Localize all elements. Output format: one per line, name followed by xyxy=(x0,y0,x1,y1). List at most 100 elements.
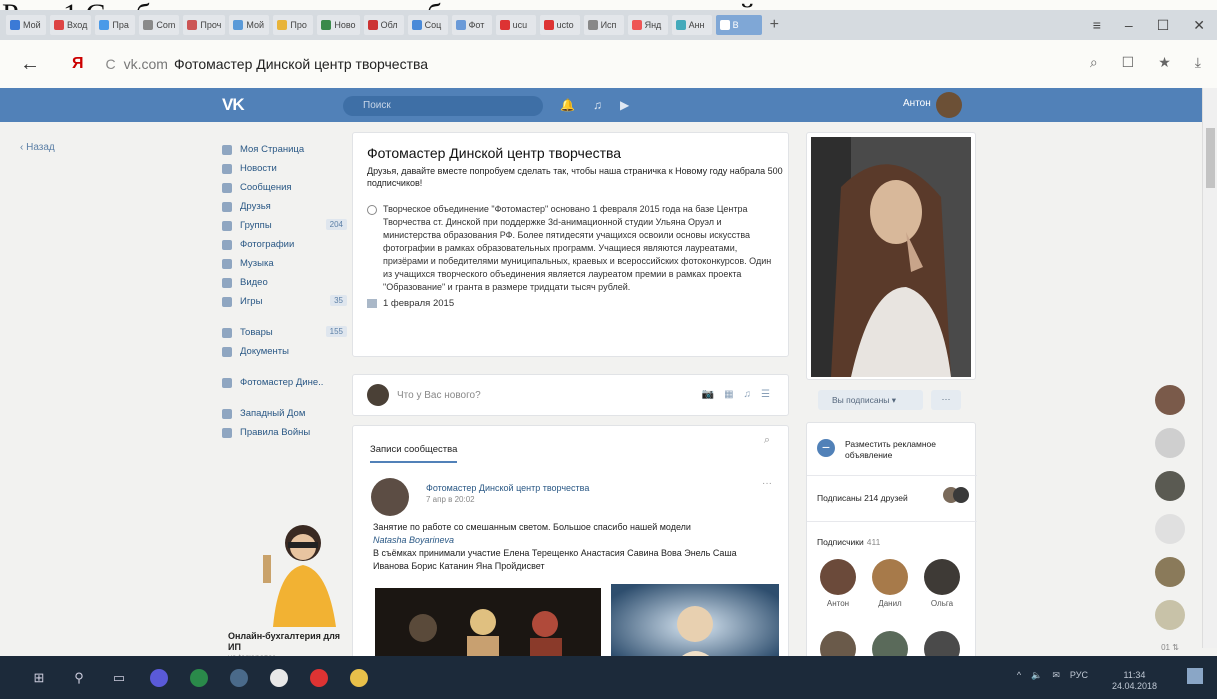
clock[interactable]: 11:34 24.04.2018 xyxy=(1112,670,1157,692)
url-text[interactable]: vk.com xyxy=(124,56,168,72)
compose-input[interactable]: Что у Вас нового? xyxy=(397,390,481,401)
ad-title[interactable]: Онлайн-бухгалтерия для ИП xyxy=(228,631,348,653)
sidebar-item[interactable]: Группы 204 xyxy=(222,216,347,235)
browser-tab[interactable]: Исп xyxy=(583,15,624,35)
advertise-link[interactable]: − Разместить рекламное объявление xyxy=(817,439,975,461)
back-link[interactable]: ‹ Назад xyxy=(20,142,55,153)
sidebar-item[interactable]: Друзья xyxy=(222,197,347,216)
minimize-icon[interactable]: – xyxy=(1125,17,1133,33)
friends-subscribed[interactable]: Подписаны 214 друзей xyxy=(817,493,908,503)
sidebar-item[interactable]: Документы xyxy=(222,342,347,361)
post-model-link[interactable]: Natasha Boyarineva xyxy=(373,534,773,547)
reload-icon[interactable]: C xyxy=(106,56,116,72)
camera-icon[interactable]: 📷 xyxy=(702,389,714,400)
close-icon[interactable]: ✕ xyxy=(1193,17,1205,34)
post-composer[interactable]: Что у Вас нового? 📷 ▦ ♫ ☰ xyxy=(352,374,789,416)
opera-icon[interactable] xyxy=(304,663,334,693)
browser-tab[interactable]: Com xyxy=(139,15,180,35)
sidebar-item[interactable]: Фотографии xyxy=(222,235,347,254)
browser-tab[interactable]: Ново xyxy=(317,15,360,35)
search-icon[interactable]: ⚲ xyxy=(64,663,94,693)
task-view-icon[interactable]: ▭ xyxy=(104,663,134,693)
more-button[interactable]: ··· xyxy=(931,390,961,410)
notifications-icon[interactable] xyxy=(1187,668,1203,684)
browser-tab[interactable]: Янд xyxy=(627,15,668,35)
vk-logo-icon[interactable]: VK xyxy=(222,95,245,115)
reader-icon[interactable]: ☐ xyxy=(1122,54,1135,71)
subscribed-button[interactable]: Вы подписаны ▾ xyxy=(818,390,923,410)
sidebar-item[interactable]: Игры 35 xyxy=(222,292,347,311)
chat-avatar[interactable] xyxy=(1155,600,1185,630)
sidebar-ad[interactable]: Онлайн-бухгалтерия для ИП ya.terrapazer xyxy=(228,515,348,662)
post-date[interactable]: 7 апр в 20:02 xyxy=(426,495,475,504)
browser-tab[interactable]: Мой xyxy=(229,15,270,35)
tray-expand-icon[interactable]: ^ xyxy=(1017,670,1021,692)
yandex-browser-icon[interactable] xyxy=(264,663,294,693)
browser-tab[interactable]: В xyxy=(715,15,762,35)
sidebar-item[interactable]: Музыка xyxy=(222,254,347,273)
sidebar-item[interactable]: Правила Войны xyxy=(222,423,347,442)
browser-tab[interactable]: Мой xyxy=(6,15,46,35)
browser-tab[interactable]: Проч xyxy=(183,15,226,35)
post-more-icon[interactable]: ··· xyxy=(762,478,772,489)
browser-tab[interactable]: ucu xyxy=(495,15,536,35)
folder-icon[interactable] xyxy=(344,663,374,693)
sidebar-item[interactable]: Видео xyxy=(222,273,347,292)
chat-label[interactable]: 01 ⇅ xyxy=(1150,643,1190,652)
new-tab-button[interactable]: + xyxy=(770,16,779,34)
subscriber[interactable]: Антон xyxy=(819,559,857,608)
browser-tab[interactable]: Анн xyxy=(671,15,712,35)
music-icon[interactable]: ♫ xyxy=(744,389,752,400)
browser-tab[interactable]: ucto xyxy=(539,15,580,35)
windows-icon[interactable]: ⊞ xyxy=(24,663,54,693)
sidebar-item[interactable]: Новости xyxy=(222,159,347,178)
avatar[interactable] xyxy=(936,92,962,118)
page-scrollbar[interactable] xyxy=(1202,88,1217,648)
scrollbar-thumb[interactable] xyxy=(1206,128,1215,188)
chat-avatar[interactable] xyxy=(1155,557,1185,587)
music-icon[interactable]: ♫ xyxy=(593,98,602,112)
chat-avatar[interactable] xyxy=(1155,514,1185,544)
search-icon[interactable]: ⌕ xyxy=(764,434,770,447)
browser-tab[interactable]: Про xyxy=(273,15,314,35)
download-icon[interactable]: ⤓ xyxy=(1195,54,1201,71)
sidebar-item[interactable]: Товары 155 xyxy=(222,323,347,342)
avatar[interactable] xyxy=(371,478,409,516)
video-icon[interactable]: ▦ xyxy=(724,389,733,400)
app-icon[interactable] xyxy=(224,663,254,693)
yandex-logo-icon[interactable]: Я xyxy=(72,55,84,73)
vk-user-name[interactable]: Антон xyxy=(903,98,931,109)
play-icon[interactable]: ▶ xyxy=(620,98,629,112)
app-icon[interactable] xyxy=(144,663,174,693)
sidebar-item[interactable]: Западный Дом xyxy=(222,404,347,423)
browser-tab[interactable]: Вход xyxy=(50,15,92,35)
browser-tab[interactable]: Фот xyxy=(451,15,492,35)
app-icon[interactable] xyxy=(184,663,214,693)
bookmark-star-icon[interactable]: ★ xyxy=(1158,54,1171,71)
sidebar-item[interactable]: Моя Страница xyxy=(222,140,347,159)
tab-community-posts[interactable]: Записи сообщества xyxy=(370,444,458,463)
page-title[interactable]: Фотомастер Динской центр творчества xyxy=(174,56,428,72)
maximize-icon[interactable]: ☐ xyxy=(1157,17,1170,34)
subscribers-title[interactable]: Подписчики 411 xyxy=(817,537,880,547)
volume-icon[interactable]: 🔈 xyxy=(1031,670,1042,692)
friends-avatars[interactable] xyxy=(943,487,969,505)
sidebar-item[interactable]: Фотомастер Дине.. xyxy=(222,373,347,392)
search-icon[interactable]: ⌕ xyxy=(1090,54,1098,71)
subscriber[interactable]: Данил xyxy=(871,559,909,608)
browser-tab[interactable]: Обл xyxy=(363,15,404,35)
notifications-icon[interactable]: 🔔 xyxy=(560,98,575,112)
language-indicator[interactable]: РУС xyxy=(1070,670,1088,692)
vk-search-input[interactable]: Поиск xyxy=(343,96,543,116)
sidebar-item[interactable]: Сообщения xyxy=(222,178,347,197)
post-author[interactable]: Фотомастер Динской центр творчества xyxy=(426,483,589,493)
mail-icon[interactable]: ✉ xyxy=(1052,670,1060,692)
chat-avatar[interactable] xyxy=(1155,471,1185,501)
more-attachments-icon[interactable]: ☰ xyxy=(761,389,770,400)
menu-icon[interactable]: ≡ xyxy=(1093,17,1101,33)
subscriber[interactable]: Ольга xyxy=(923,559,961,608)
group-cover-photo[interactable] xyxy=(806,132,976,380)
chat-avatar[interactable] xyxy=(1155,428,1185,458)
browser-tab[interactable]: Соц xyxy=(407,15,448,35)
browser-tab[interactable]: Пра xyxy=(95,15,136,35)
